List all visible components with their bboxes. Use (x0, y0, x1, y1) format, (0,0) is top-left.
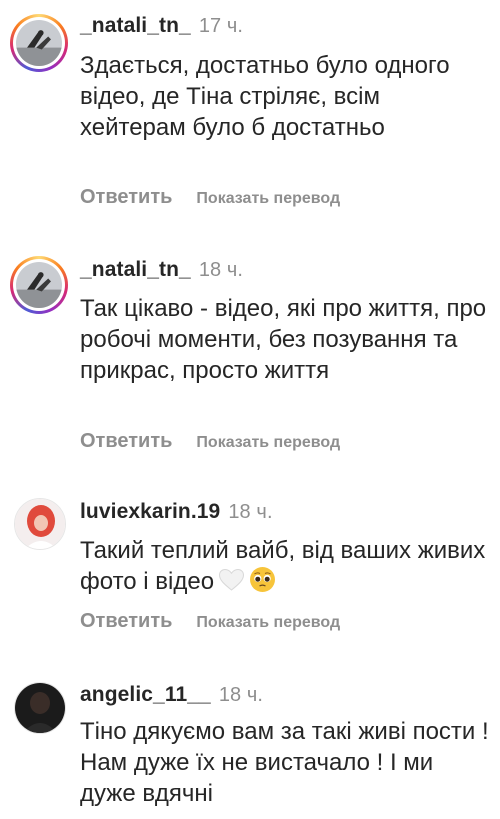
comment-time: 17 ч. (198, 15, 244, 37)
comment-text: Здається, достатньо було одного відео, д… (80, 52, 450, 141)
comment-text: Тіно дякуємо вам за такі живі пости ! На… (80, 718, 489, 807)
avatar-photo (16, 20, 62, 66)
avatar-photo (15, 683, 65, 733)
comment-actions: Ответить Показать перевод (80, 186, 340, 209)
avatar-photo (16, 262, 62, 308)
avatar[interactable] (10, 14, 68, 72)
show-translation-button[interactable]: Показать перевод (196, 614, 340, 631)
comment-time: 18 ч. (218, 684, 264, 706)
comment-actions: Ответить Показать перевод (80, 610, 340, 633)
show-translation-button[interactable]: Показать перевод (196, 190, 340, 207)
reply-button[interactable]: Ответить (80, 610, 172, 632)
show-translation-button[interactable]: Показать перевод (196, 434, 340, 451)
comment-text: Так цікаво - відео, які про життя, про р… (80, 295, 487, 384)
comment-time: 18 ч. (228, 501, 273, 523)
comment-actions: Ответить Показать перевод (80, 430, 340, 453)
comment-username[interactable]: angelic_11__ 18 ч. (80, 683, 263, 707)
comment-text: Такий теплий вайб, від ваших живих фото … (80, 537, 486, 595)
reply-button[interactable]: Ответить (80, 186, 172, 208)
comment-username[interactable]: _natali_tn_ 18 ч. (80, 258, 243, 282)
comment-username[interactable]: luviexkarin.19 18 ч. (80, 500, 273, 524)
comment-item: _natali_tn_ 17 ч. Здається, достатньо бул… (0, 0, 500, 230)
pleading-face-icon (249, 566, 276, 593)
comment-time: 18 ч. (198, 259, 244, 281)
avatar[interactable] (14, 682, 66, 734)
avatar[interactable] (10, 256, 68, 314)
avatar-photo (15, 499, 65, 549)
white-heart-icon (218, 568, 245, 592)
avatar[interactable] (14, 498, 66, 550)
comment-username[interactable]: _natali_tn_ 17 ч. (80, 14, 243, 38)
reply-button[interactable]: Ответить (80, 430, 172, 452)
